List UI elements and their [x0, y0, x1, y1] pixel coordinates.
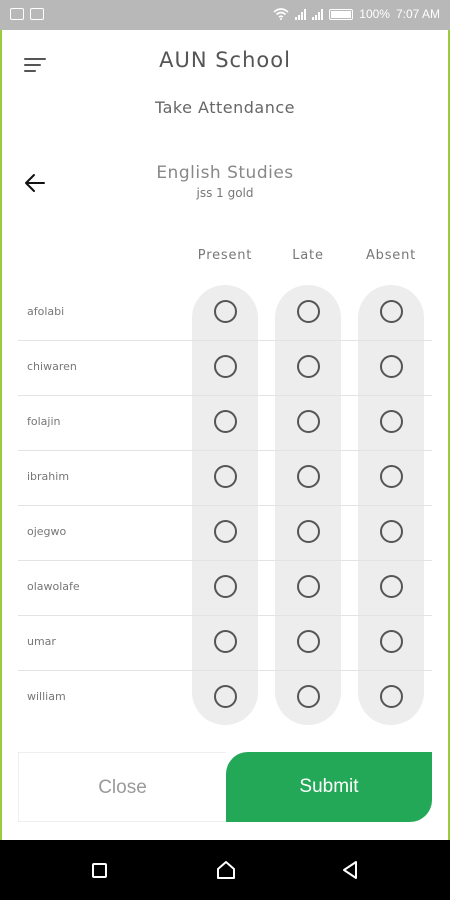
- page-subtitle: Take Attendance: [155, 98, 295, 117]
- radio-late[interactable]: [296, 630, 320, 653]
- status-indicators: 100% 7:07 AM: [273, 7, 440, 21]
- signal-2-icon: [312, 8, 324, 20]
- column-header-late: Late: [292, 248, 324, 263]
- activity-icon: [30, 8, 44, 20]
- row-divider: [18, 395, 432, 396]
- student-name: olawolafe: [27, 580, 80, 593]
- student-name: ojegwo: [27, 525, 67, 538]
- row-divider: [18, 450, 432, 451]
- app-title: AUN School: [159, 48, 291, 72]
- row-divider: [18, 670, 432, 671]
- action-bar: Close Submit: [18, 752, 432, 822]
- radio-absent[interactable]: [379, 685, 403, 708]
- status-bar: 100% 7:07 AM: [0, 0, 450, 30]
- radio-late[interactable]: [296, 575, 320, 598]
- clock-time: 7:07 AM: [395, 7, 440, 21]
- wifi-icon: [273, 8, 289, 20]
- radio-absent[interactable]: [379, 520, 403, 543]
- radio-absent[interactable]: [379, 300, 403, 323]
- nav-back-icon[interactable]: [339, 859, 361, 881]
- row-divider: [18, 560, 432, 561]
- radio-late[interactable]: [296, 520, 320, 543]
- recent-apps-icon[interactable]: [92, 863, 107, 878]
- radio-absent[interactable]: [379, 465, 403, 488]
- student-name: afolabi: [27, 305, 65, 318]
- radio-present[interactable]: [213, 520, 237, 543]
- signal-1-icon: [295, 8, 307, 20]
- radio-present[interactable]: [213, 465, 237, 488]
- radio-late[interactable]: [296, 685, 320, 708]
- notification-icons: [10, 8, 44, 20]
- radio-absent[interactable]: [379, 630, 403, 653]
- battery-icon: [329, 8, 354, 20]
- radio-absent[interactable]: [379, 575, 403, 598]
- radio-present[interactable]: [213, 410, 237, 433]
- radio-present[interactable]: [213, 575, 237, 598]
- mail-icon: [10, 8, 24, 20]
- radio-absent[interactable]: [379, 410, 403, 433]
- column-header-present: Present: [197, 248, 253, 263]
- radio-absent[interactable]: [379, 355, 403, 378]
- student-name: chiwaren: [27, 360, 77, 373]
- radio-late[interactable]: [296, 355, 320, 378]
- student-name: umar: [27, 635, 56, 648]
- radio-late[interactable]: [296, 465, 320, 488]
- battery-percent: 100%: [359, 7, 390, 21]
- radio-present[interactable]: [213, 685, 237, 708]
- system-nav-bar: [0, 840, 450, 900]
- row-divider: [18, 340, 432, 341]
- radio-late[interactable]: [296, 300, 320, 323]
- radio-present[interactable]: [213, 300, 237, 323]
- student-name: william: [27, 690, 66, 703]
- column-header-absent: Absent: [365, 248, 417, 263]
- row-divider: [18, 505, 432, 506]
- student-name: ibrahim: [27, 470, 70, 483]
- radio-present[interactable]: [213, 355, 237, 378]
- course-title: English Studies: [156, 163, 294, 183]
- student-name: folajin: [27, 415, 61, 428]
- row-divider: [18, 615, 432, 616]
- radio-late[interactable]: [296, 410, 320, 433]
- home-icon[interactable]: [215, 859, 237, 881]
- submit-button[interactable]: Submit: [226, 752, 432, 822]
- course-class: jss 1 gold: [196, 186, 254, 200]
- close-button[interactable]: Close: [18, 752, 226, 822]
- radio-present[interactable]: [213, 630, 237, 653]
